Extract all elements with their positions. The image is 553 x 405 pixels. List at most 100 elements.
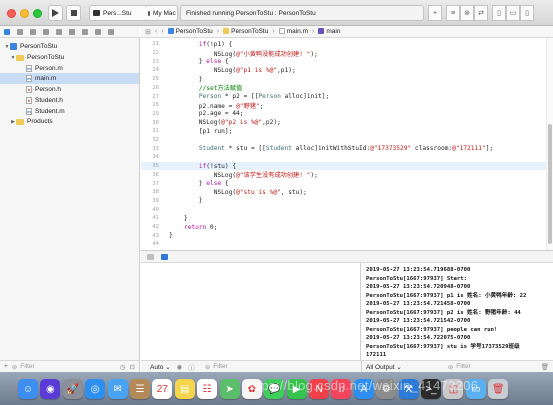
code-text[interactable]: } — [161, 215, 188, 222]
report-navigator-icon[interactable] — [108, 28, 114, 35]
related-items-icon[interactable]: ⊞ — [145, 28, 151, 36]
console-output[interactable]: 2019-05-27 13:23:54.719688-0700 PersonToS… — [362, 263, 553, 360]
nav-item-products[interactable]: ▶ Products — [0, 116, 53, 127]
code-line[interactable]: 33 Student * stu = [[Student alloc]initW… — [141, 144, 546, 153]
code-line[interactable]: 43} — [141, 231, 546, 240]
trash-icon[interactable]: 🗑 — [541, 363, 549, 371]
nav-item-student-h[interactable]: h Student.h — [0, 95, 63, 106]
mail-icon[interactable]: ✉ — [107, 379, 128, 399]
code-line[interactable]: 25 } — [141, 75, 546, 84]
close-window-button[interactable] — [7, 9, 16, 18]
breakpoint-navigator-icon[interactable] — [95, 28, 101, 35]
minimize-window-button[interactable] — [20, 9, 29, 18]
finder-icon[interactable]: ☺ — [18, 379, 38, 399]
code-text[interactable]: } else { — [161, 180, 229, 187]
code-text[interactable]: NSLog(@"该学生没有成功创建! "); — [161, 170, 318, 179]
code-line[interactable]: 40 — [141, 205, 546, 214]
code-line[interactable]: 36 NSLog(@"该学生没有成功创建! "); — [141, 171, 546, 180]
launchpad-icon[interactable]: 🚀 — [62, 379, 83, 399]
breadcrumb-group[interactable]: PersonToStu — [223, 28, 268, 35]
code-text[interactable]: [p1 run]; — [161, 128, 233, 135]
assistant-editor-button[interactable]: ⊚ — [460, 5, 474, 21]
output-selector[interactable]: All Output ⌄ — [366, 363, 402, 371]
code-text[interactable]: p2.name = @"野猪"; — [161, 101, 264, 110]
debug-navigator-icon[interactable] — [82, 28, 88, 35]
nav-item-main-m[interactable]: m main.m — [0, 73, 139, 84]
standard-editor-button[interactable]: ≡ — [446, 5, 460, 21]
code-line[interactable]: 39 } — [141, 197, 546, 206]
code-line[interactable]: 23 } else { — [141, 57, 546, 66]
code-text[interactable]: } — [161, 76, 203, 83]
code-text[interactable]: //set方法赋值 — [161, 83, 242, 92]
project-navigator-icon[interactable] — [4, 28, 10, 35]
breadcrumb-project[interactable]: PersonToStu — [167, 28, 213, 35]
variables-filter-field[interactable]: ⊜ Filter — [205, 363, 228, 371]
console-filter-field[interactable]: ⊜ Filter — [448, 363, 471, 371]
code-line[interactable]: 35 if(!stu) { — [141, 161, 546, 171]
issue-navigator-icon[interactable] — [56, 28, 62, 35]
contacts-icon[interactable]: ☰ — [129, 379, 150, 399]
code-line[interactable]: 29 p2.age = 44; — [141, 110, 546, 119]
library-button[interactable]: + — [428, 5, 442, 21]
code-line[interactable]: 21 if(!p1) { — [141, 40, 546, 49]
code-line[interactable]: 30 NSLog(@"p2 is %@",p2); — [141, 118, 546, 127]
code-text[interactable]: if(!stu) { — [161, 163, 236, 170]
scm-filter-icon[interactable]: ⊡ — [130, 363, 135, 371]
calendar-icon[interactable]: 27 — [152, 379, 173, 399]
version-editor-button[interactable]: ⇄ — [474, 5, 488, 21]
code-text[interactable]: NSLog(@"stu is %@", stu); — [161, 189, 307, 196]
nav-item-project[interactable]: ▼ PersonToStu — [0, 41, 57, 52]
code-line[interactable]: 28 p2.name = @"野猪"; — [141, 101, 546, 110]
code-line[interactable]: 32 — [141, 136, 546, 145]
stop-button[interactable] — [66, 5, 81, 21]
code-line[interactable]: 34 — [141, 153, 546, 162]
code-line[interactable]: 41 } — [141, 214, 546, 223]
toggle-debug-area-button[interactable]: ▭ — [506, 5, 520, 21]
code-text[interactable]: NSLog(@"p1 is %@",p1); — [161, 67, 296, 74]
run-button[interactable] — [48, 5, 63, 21]
breadcrumb-symbol[interactable]: main — [318, 28, 340, 35]
code-text[interactable]: NSLog(@"小黄鸭没能成功创建! "); — [161, 49, 318, 58]
code-line[interactable]: 44 — [141, 240, 546, 249]
info-icon[interactable]: ⓘ — [188, 362, 195, 372]
find-navigator-icon[interactable] — [43, 28, 49, 35]
code-text[interactable]: return 0; — [161, 224, 218, 231]
maps-icon[interactable]: ➤ — [219, 379, 240, 399]
recent-files-icon[interactable]: ◷ — [120, 363, 126, 371]
code-line[interactable]: 26 //set方法赋值 — [141, 84, 546, 93]
nav-item-group[interactable]: ▼ PersonToStu — [0, 52, 65, 63]
scheme-target-selector[interactable]: Pers...Stu — [89, 5, 149, 21]
code-line[interactable]: 27 Person * p2 = [[Person alloc]init]; — [141, 92, 546, 101]
siri-icon[interactable]: ◉ — [40, 379, 61, 399]
code-line[interactable]: 31 [p1 run]; — [141, 127, 546, 136]
code-text[interactable]: } — [161, 197, 203, 204]
add-icon[interactable]: + — [4, 363, 8, 370]
zoom-window-button[interactable] — [33, 9, 42, 18]
code-text[interactable]: } else { — [161, 58, 229, 65]
code-text[interactable]: } — [161, 232, 173, 239]
eye-icon[interactable]: ◉ — [177, 363, 183, 371]
test-navigator-icon[interactable] — [69, 28, 75, 35]
variables-view[interactable] — [141, 263, 361, 360]
symbol-navigator-icon[interactable] — [30, 28, 36, 35]
source-editor[interactable]: 21 if(!p1) {22 NSLog(@"小黄鸭没能成功创建! "); 23 … — [141, 38, 546, 250]
code-line[interactable]: 42 return 0; — [141, 223, 546, 232]
code-text[interactable]: p2.age = 44; — [161, 110, 244, 117]
breakpoints-toggle-icon[interactable] — [161, 253, 168, 260]
forward-arrow-icon[interactable]: › — [161, 28, 163, 35]
code-text[interactable]: if(!p1) { — [161, 41, 233, 48]
safari-icon[interactable]: ◎ — [85, 379, 106, 399]
scope-selector[interactable]: Auto ⌄ — [150, 363, 171, 371]
notes-icon[interactable]: ▤ — [174, 379, 195, 399]
toggle-inspector-button[interactable]: ▯ — [520, 5, 534, 21]
source-control-icon[interactable] — [17, 28, 23, 35]
code-line[interactable]: 38 NSLog(@"stu is %@", stu); — [141, 188, 546, 197]
code-text[interactable]: NSLog(@"p2 is %@",p2); — [161, 119, 281, 126]
code-text[interactable]: Student * stu = [[Student alloc]initWith… — [161, 145, 493, 152]
reminders-icon[interactable]: ☷ — [197, 379, 218, 399]
breadcrumb-file[interactable]: main.m — [278, 28, 308, 35]
code-line[interactable]: 24 NSLog(@"p1 is %@",p1); — [141, 66, 546, 75]
toggle-navigator-button[interactable]: ▯ — [492, 5, 506, 21]
hide-debug-area-icon[interactable] — [147, 253, 154, 260]
code-line[interactable]: 22 NSLog(@"小黄鸭没能成功创建! "); — [141, 49, 546, 58]
